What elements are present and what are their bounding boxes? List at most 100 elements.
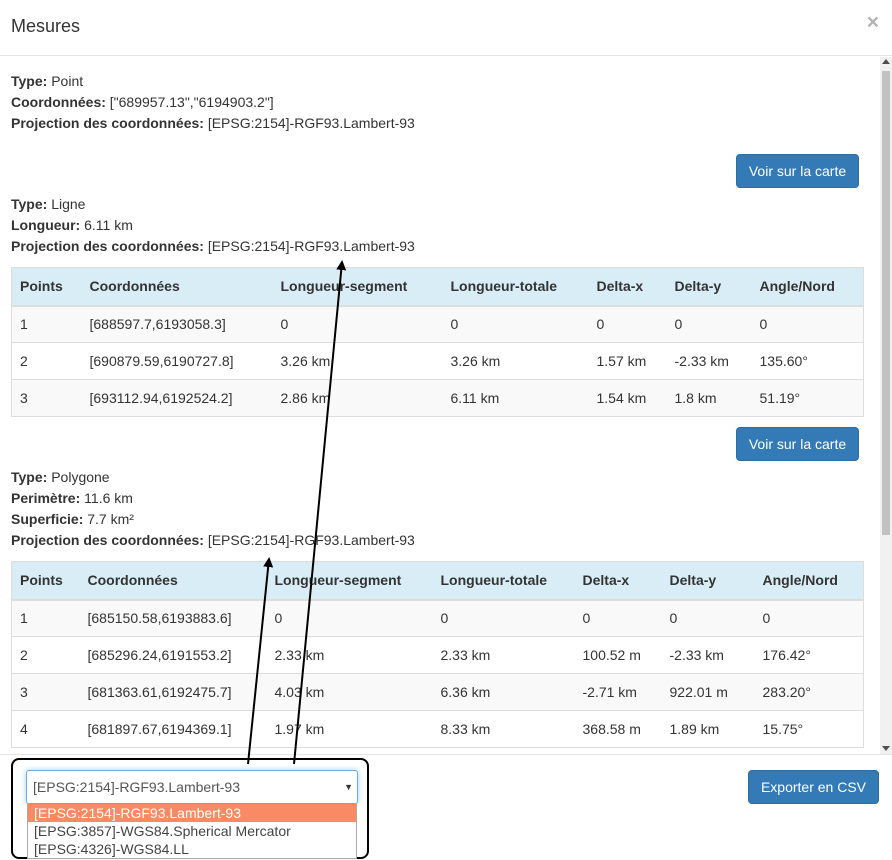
table-cell: 0 xyxy=(751,305,864,343)
projection-label: Projection des coordonnées: xyxy=(11,532,204,548)
line-projection-line: Projection des coordonnées: [EPSG:2154]-… xyxy=(11,236,864,257)
table-cell: 0 xyxy=(574,599,662,637)
point-view-on-map-button[interactable]: Voir sur la carte xyxy=(736,154,859,188)
table-header-row: Points Coordonnées Longueur-segment Longueu… xyxy=(11,561,864,601)
polygon-perimeter-line: Perimètre: 11.6 km xyxy=(11,488,864,509)
table-cell: -2.33 km xyxy=(661,636,755,674)
area-label: Superficie: xyxy=(11,511,84,527)
table-row: 1 [685150.58,6193883.6] 0 0 0 0 0 xyxy=(11,599,864,637)
table-cell: 2.33 km xyxy=(432,636,575,674)
table-cell: 0 xyxy=(266,599,433,637)
projection-select[interactable]: [EPSG:2154]-RGF93.Lambert-93 ▼ xyxy=(26,770,358,804)
column-header: Points xyxy=(11,267,82,307)
table-cell: 0 xyxy=(432,599,575,637)
table-cell: 15.75° xyxy=(754,710,864,748)
point-coords-line: Coordonnées: ["689957.13","6194903.2"] xyxy=(11,92,864,113)
projection-label: Projection des coordonnées: xyxy=(11,238,204,254)
type-label: Type: xyxy=(11,196,48,212)
polygon-measure-table: Points Coordonnées Longueur-segment Longueu… xyxy=(11,561,864,748)
table-cell: 0 xyxy=(666,305,752,343)
table-cell: 1 xyxy=(11,305,82,343)
table-cell: 2 xyxy=(11,636,80,674)
table-cell: 0 xyxy=(588,305,667,343)
table-cell: [693112.94,6192524.2] xyxy=(81,379,273,417)
table-cell: 2.33 km xyxy=(266,636,433,674)
polygon-section: Type: Polygone Perimètre: 11.6 km Superf… xyxy=(11,467,864,551)
polygon-type-line: Type: Polygone xyxy=(11,467,864,488)
table-cell: [688597.7,6193058.3] xyxy=(81,305,273,343)
coords-label: Coordonnées: xyxy=(11,94,106,110)
table-cell: 135.60° xyxy=(751,342,864,380)
caret-down-icon[interactable]: ▼ xyxy=(344,771,353,803)
scroll-thumb[interactable] xyxy=(882,71,890,535)
dropdown-option-spherical-mercator[interactable]: [EPSG:3857]-WGS84.Spherical Mercator xyxy=(28,822,356,840)
projection-select-value: [EPSG:2154]-RGF93.Lambert-93 xyxy=(33,779,240,795)
table-cell: 1.97 km xyxy=(266,710,433,748)
table-row: 2 [685296.24,6191553.2] 2.33 km 2.33 km 100.… xyxy=(11,636,864,674)
point-type-line: Type: Point xyxy=(11,71,864,92)
point-section: Type: Point Coordonnées: ["689957.13","6… xyxy=(11,71,864,134)
line-view-on-map-button[interactable]: Voir sur la carte xyxy=(736,427,859,461)
table-cell: 4.03 km xyxy=(266,673,433,711)
point-type-value: Point xyxy=(51,73,84,89)
table-cell: 922.01 m xyxy=(661,673,755,711)
table-cell: [681363.61,6192475.7] xyxy=(79,673,267,711)
table-cell: 6.11 km xyxy=(442,379,589,417)
table-row: 1 [688597.7,6193058.3] 0 0 0 0 0 xyxy=(11,305,864,343)
projection-label: Projection des coordonnées: xyxy=(11,115,204,131)
line-type-line: Type: Ligne xyxy=(11,194,864,215)
projection-dropdown-list: [EPSG:2154]-RGF93.Lambert-93 [EPSG:3857]… xyxy=(27,804,357,859)
column-header: Angle/Nord xyxy=(751,267,864,307)
table-cell: 1.8 km xyxy=(666,379,752,417)
line-length-value: 6.11 km xyxy=(84,217,133,233)
export-csv-button[interactable]: Exporter en CSV xyxy=(748,770,879,804)
column-header: Coordonnées xyxy=(79,561,267,601)
line-projection-value: [EPSG:2154]-RGF93.Lambert-93 xyxy=(207,238,415,254)
table-cell: 4 xyxy=(11,710,80,748)
dropdown-option-lambert93[interactable]: [EPSG:2154]-RGF93.Lambert-93 xyxy=(28,804,356,822)
table-cell: 0 xyxy=(661,599,755,637)
type-label: Type: xyxy=(11,73,48,89)
dropdown-option-wgs84-ll[interactable]: [EPSG:4326]-WGS84.LL xyxy=(28,840,356,858)
table-row: 2 [690879.59,6190727.8] 3.26 km 3.26 km 1.57… xyxy=(11,342,864,380)
table-cell: 1 xyxy=(11,599,80,637)
column-header: Coordonnées xyxy=(81,267,273,307)
column-header: Longueur-segment xyxy=(272,267,443,307)
close-icon[interactable]: × xyxy=(867,12,879,33)
scroll-up-arrow-icon[interactable] xyxy=(882,59,890,64)
table-cell: 283.20° xyxy=(754,673,864,711)
table-cell: 3 xyxy=(11,379,82,417)
table-cell: 1.54 km xyxy=(588,379,667,417)
polygon-perimeter-value: 11.6 km xyxy=(84,490,133,506)
table-cell: 100.52 m xyxy=(574,636,662,674)
table-cell: 1.89 km xyxy=(661,710,755,748)
table-cell: [690879.59,6190727.8] xyxy=(81,342,273,380)
table-cell: [681897.67,6194369.1] xyxy=(79,710,267,748)
table-cell: 0 xyxy=(272,305,443,343)
table-cell: 3 xyxy=(11,673,80,711)
point-projection-value: [EPSG:2154]-RGF93.Lambert-93 xyxy=(207,115,415,131)
table-row: 3 [681363.61,6192475.7] 4.03 km 6.36 km -2.7… xyxy=(11,673,864,711)
table-cell: 2.86 km xyxy=(272,379,443,417)
table-cell: 368.58 m xyxy=(574,710,662,748)
table-cell: 2 xyxy=(11,342,82,380)
polygon-type-value: Polygone xyxy=(51,469,110,485)
scroll-down-arrow-icon[interactable] xyxy=(882,746,890,751)
table-cell: 0 xyxy=(754,599,864,637)
type-label: Type: xyxy=(11,469,48,485)
table-cell: 0 xyxy=(442,305,589,343)
line-length-line: Longueur: 6.11 km xyxy=(11,215,864,236)
column-header: Angle/Nord xyxy=(754,561,864,601)
column-header: Delta-x xyxy=(574,561,662,601)
table-cell: 8.33 km xyxy=(432,710,575,748)
column-header: Delta-x xyxy=(588,267,667,307)
length-label: Longueur: xyxy=(11,217,81,233)
point-coords-value: ["689957.13","6194903.2"] xyxy=(109,94,274,110)
column-header: Longueur-totale xyxy=(442,267,589,307)
perimeter-label: Perimètre: xyxy=(11,490,81,506)
column-header: Delta-y xyxy=(661,561,755,601)
line-section: Type: Ligne Longueur: 6.11 km Projection… xyxy=(11,194,864,257)
column-header: Points xyxy=(11,561,80,601)
modal-scrollbar[interactable] xyxy=(880,57,892,754)
table-cell: [685296.24,6191553.2] xyxy=(79,636,267,674)
